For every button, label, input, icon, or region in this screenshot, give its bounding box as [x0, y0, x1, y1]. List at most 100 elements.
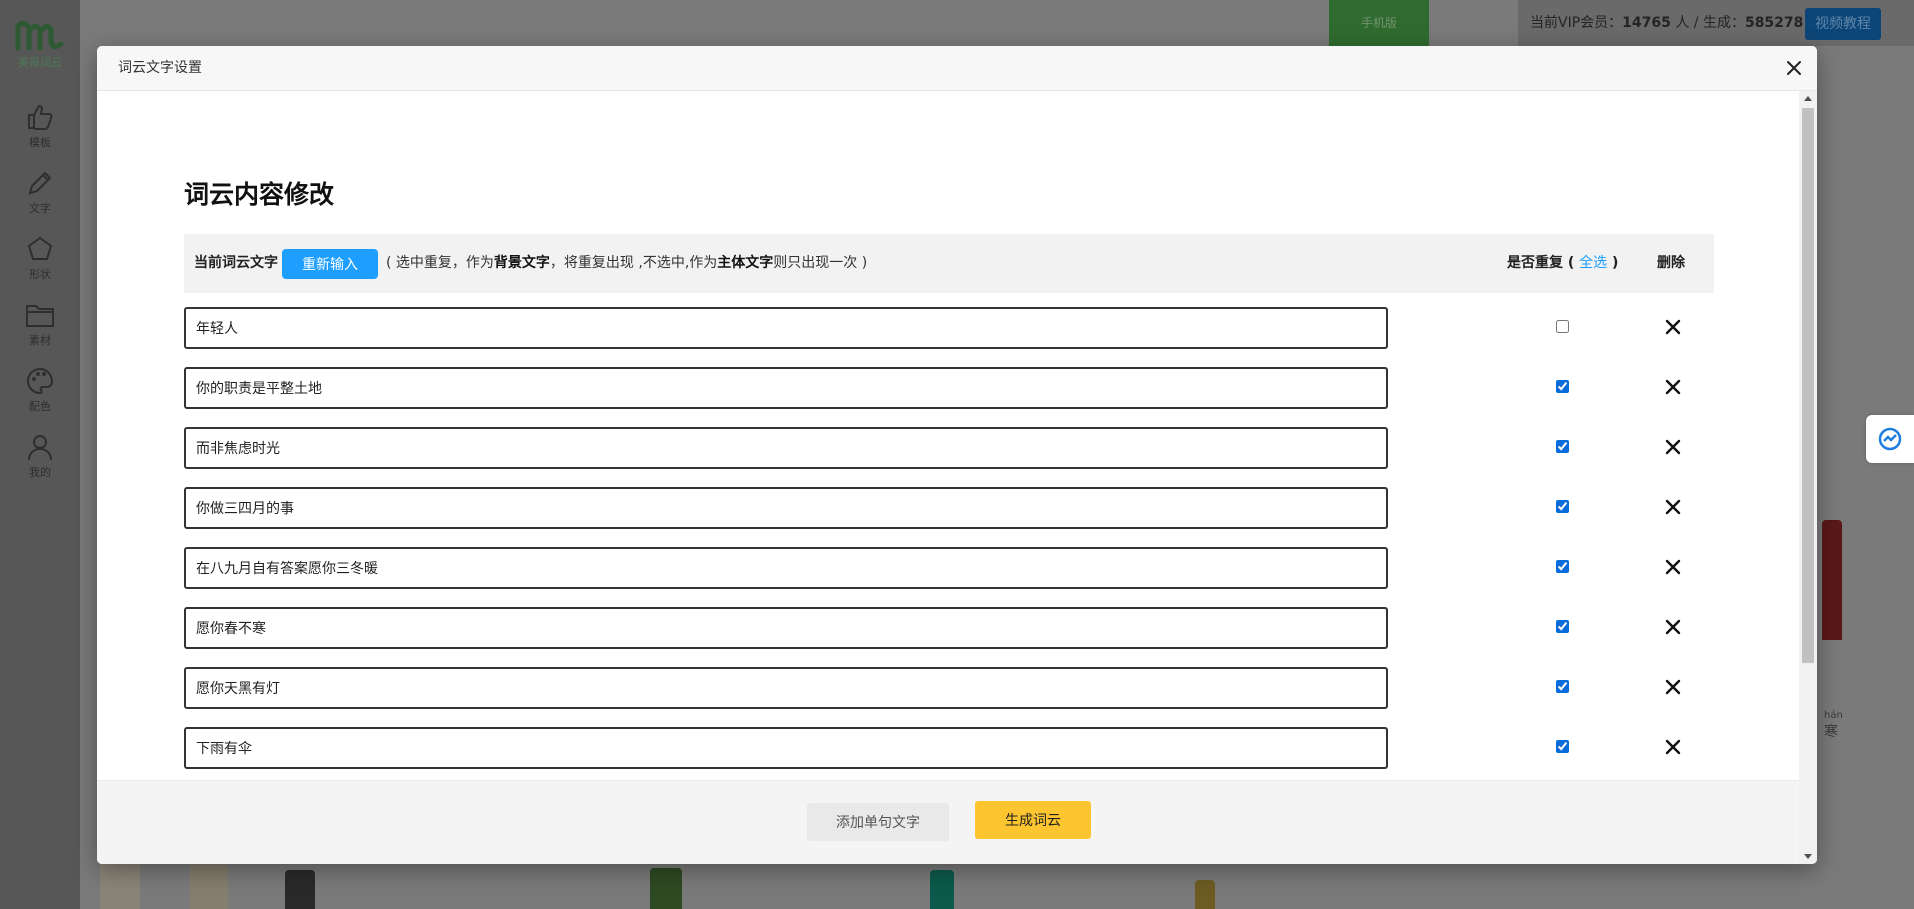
hint-part: ( 选中重复，作为 [386, 255, 494, 271]
hint-part: ，将重复出现 ,不选中,作为 [549, 255, 718, 271]
generate-wordcloud-button[interactable]: 生成词云 [975, 801, 1091, 839]
word-input[interactable] [184, 487, 1388, 529]
repeat-hint: ( 选中重复，作为背景文字，将重复出现 ,不选中,作为主体文字则只出现一次 ) [386, 234, 867, 293]
logo-icon [15, 20, 64, 51]
dialog-header: 词云文字设置 [97, 46, 1817, 91]
dialog-title: 词云文字设置 [118, 60, 202, 76]
background-pencil [650, 868, 682, 909]
sidebar-item-materials[interactable]: 素材 [0, 300, 80, 348]
background-word-char: 寒 [1824, 724, 1838, 740]
word-input[interactable] [184, 367, 1388, 409]
dialog-footer: 添加单句文字 生成词云 [97, 780, 1799, 864]
logo-text: 美哥词云 [18, 56, 62, 69]
repeat-checkbox[interactable] [1556, 440, 1569, 453]
background-pencil [930, 870, 954, 909]
background-pencil [285, 870, 315, 909]
reinput-button[interactable]: 重新输入 [282, 249, 378, 279]
video-tutorial-button[interactable]: 视频教程 [1805, 8, 1881, 40]
word-row [184, 487, 1714, 547]
word-rows [184, 307, 1714, 779]
word-row [184, 727, 1714, 779]
delete-icon[interactable] [1662, 496, 1684, 518]
word-row [184, 307, 1714, 367]
delete-icon[interactable] [1662, 676, 1684, 698]
repeat-checkbox[interactable] [1556, 380, 1569, 393]
sidebar-item-label: 形状 [29, 268, 51, 281]
generated-count: 585278 [1744, 15, 1804, 31]
word-row [184, 607, 1714, 667]
sidebar-item-label: 素材 [29, 334, 51, 347]
sidebar-item-label: 文字 [29, 202, 51, 215]
vip-unit: 人 / 生成： [1670, 15, 1745, 31]
scroll-up-arrow[interactable] [1804, 96, 1812, 101]
vip-count: 14765 [1622, 15, 1671, 31]
background-pencil [1195, 880, 1215, 909]
repeat-checkbox[interactable] [1556, 620, 1569, 633]
word-row [184, 427, 1714, 487]
word-input[interactable] [184, 727, 1388, 769]
sidebar-item-templates[interactable]: 模板 [0, 102, 80, 150]
sidebar-item-colors[interactable]: 配色 [0, 366, 80, 414]
delete-column-header: 删除 [1657, 255, 1685, 271]
dialog-scrollbar[interactable] [1799, 91, 1817, 864]
background-pencil [1822, 520, 1842, 640]
repeat-checkbox[interactable] [1556, 740, 1569, 753]
scroll-thumb[interactable] [1802, 108, 1814, 663]
hint-background-words: 背景文字 [493, 255, 550, 271]
dialog-body: 词云内容修改 当前词云文字 重新输入 ( 选中重复，作为背景文字，将重复出现 ,… [97, 91, 1799, 779]
repeat-checkbox[interactable] [1556, 680, 1569, 693]
hint-part: 则只出现一次 ) [773, 255, 868, 271]
word-list-header: 当前词云文字 重新输入 ( 选中重复，作为背景文字，将重复出现 ,不选中,作为主… [184, 234, 1714, 293]
repeat-label: 是否重复 ( [1507, 255, 1580, 271]
background-pencil [100, 860, 140, 909]
folder-icon [26, 305, 54, 327]
sidebar-item-label: 我的 [29, 466, 51, 479]
repeat-checkbox[interactable] [1556, 560, 1569, 573]
background-word-pinyin: hán [1824, 710, 1843, 721]
thumbs-up-icon [28, 104, 53, 130]
app-logo[interactable]: 美哥词云 [14, 18, 66, 70]
vip-label: 当前VIP会员： [1530, 15, 1623, 31]
sidebar-item-label: 配色 [29, 400, 51, 413]
mobile-version-tab[interactable]: 手机版 [1329, 0, 1429, 46]
user-icon [28, 435, 52, 461]
word-settings-dialog: 词云文字设置 词云内容修改 当前词云文字 重新输入 ( 选中重复，作为背景文字，… [97, 46, 1817, 864]
close-icon[interactable] [1783, 57, 1805, 79]
repeat-label-close: ) [1607, 255, 1619, 271]
delete-icon[interactable] [1662, 436, 1684, 458]
scroll-down-arrow[interactable] [1804, 854, 1812, 859]
delete-icon[interactable] [1662, 556, 1684, 578]
palette-icon [27, 367, 54, 395]
repeat-checkbox[interactable] [1556, 320, 1569, 333]
delete-icon[interactable] [1662, 376, 1684, 398]
word-row [184, 367, 1714, 427]
word-input[interactable] [184, 547, 1388, 589]
sidebar-item-shapes[interactable]: 形状 [0, 234, 80, 282]
delete-icon[interactable] [1662, 736, 1684, 758]
section-title: 词云内容修改 [184, 180, 335, 209]
add-sentence-button[interactable]: 添加单句文字 [807, 803, 949, 841]
app-sidebar: 美哥词云 模板 文字 形状 素材 配色 我的 [0, 0, 81, 909]
sidebar-item-text[interactable]: 文字 [0, 168, 80, 216]
word-row [184, 667, 1714, 727]
hint-main-words: 主体文字 [717, 255, 774, 271]
background-word: hán 寒 [1824, 710, 1843, 741]
word-input[interactable] [184, 427, 1388, 469]
helper-widget[interactable] [1866, 415, 1914, 463]
repeat-checkbox[interactable] [1556, 500, 1569, 513]
repeat-column-header: 是否重复 ( 全选 ) [1507, 234, 1618, 293]
pencil-icon [28, 171, 52, 195]
delete-icon[interactable] [1662, 316, 1684, 338]
sidebar-item-mine[interactable]: 我的 [0, 432, 80, 480]
word-input[interactable] [184, 607, 1388, 649]
pentagon-icon [27, 236, 53, 260]
word-input[interactable] [184, 307, 1388, 349]
word-input[interactable] [184, 667, 1388, 709]
word-row [184, 547, 1714, 607]
sidebar-item-label: 模板 [29, 136, 51, 149]
select-all-link[interactable]: 全选 [1579, 255, 1607, 271]
current-words-label: 当前词云文字 [194, 255, 278, 271]
delete-icon[interactable] [1662, 616, 1684, 638]
background-pencil [190, 865, 228, 909]
helper-icon [1878, 427, 1902, 451]
